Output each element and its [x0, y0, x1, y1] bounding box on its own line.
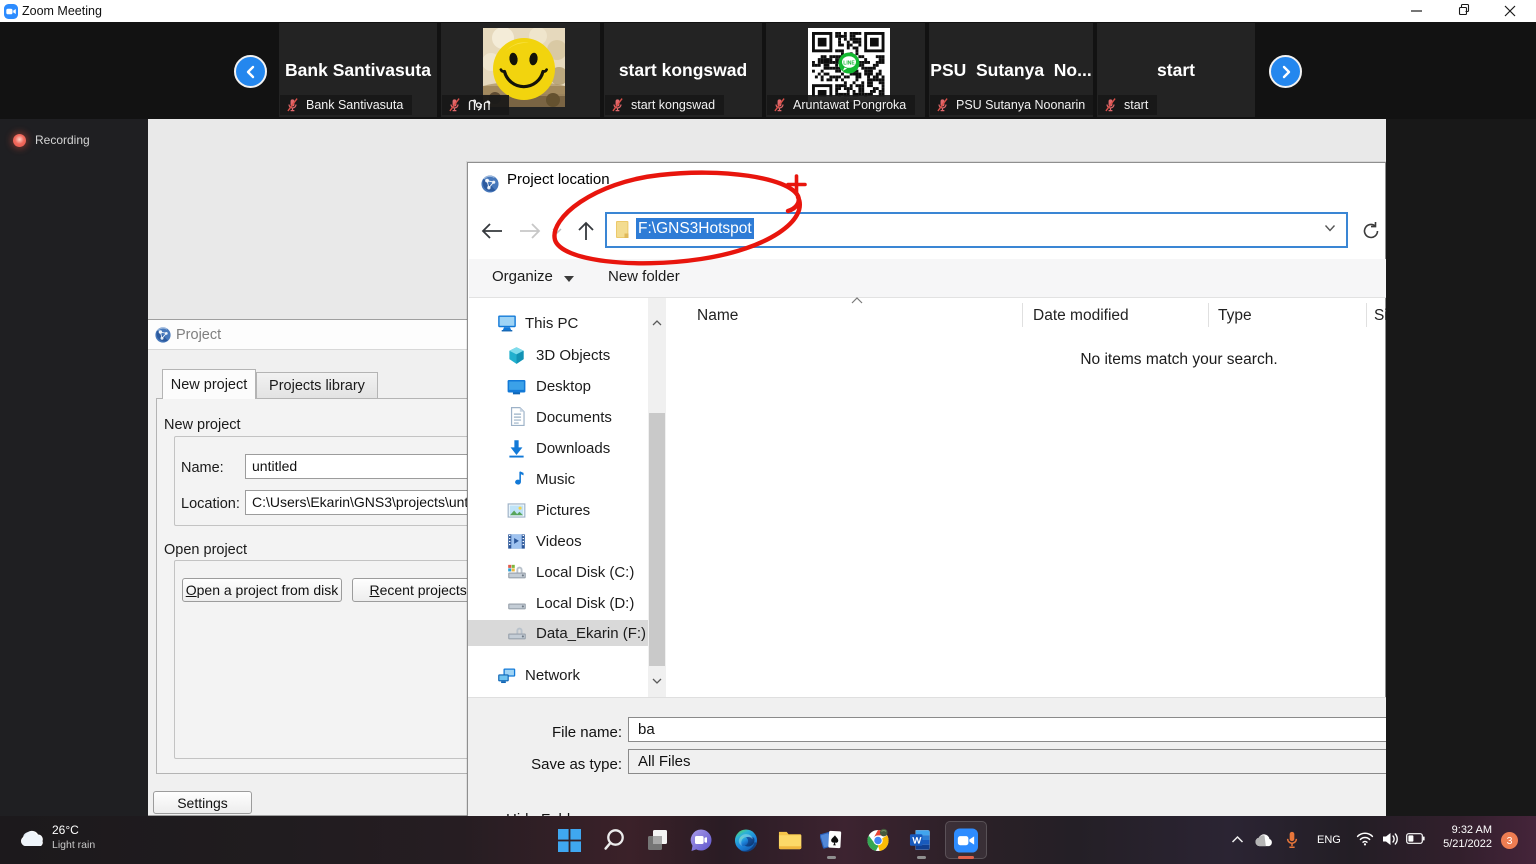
svg-text:LINE: LINE [843, 60, 855, 66]
